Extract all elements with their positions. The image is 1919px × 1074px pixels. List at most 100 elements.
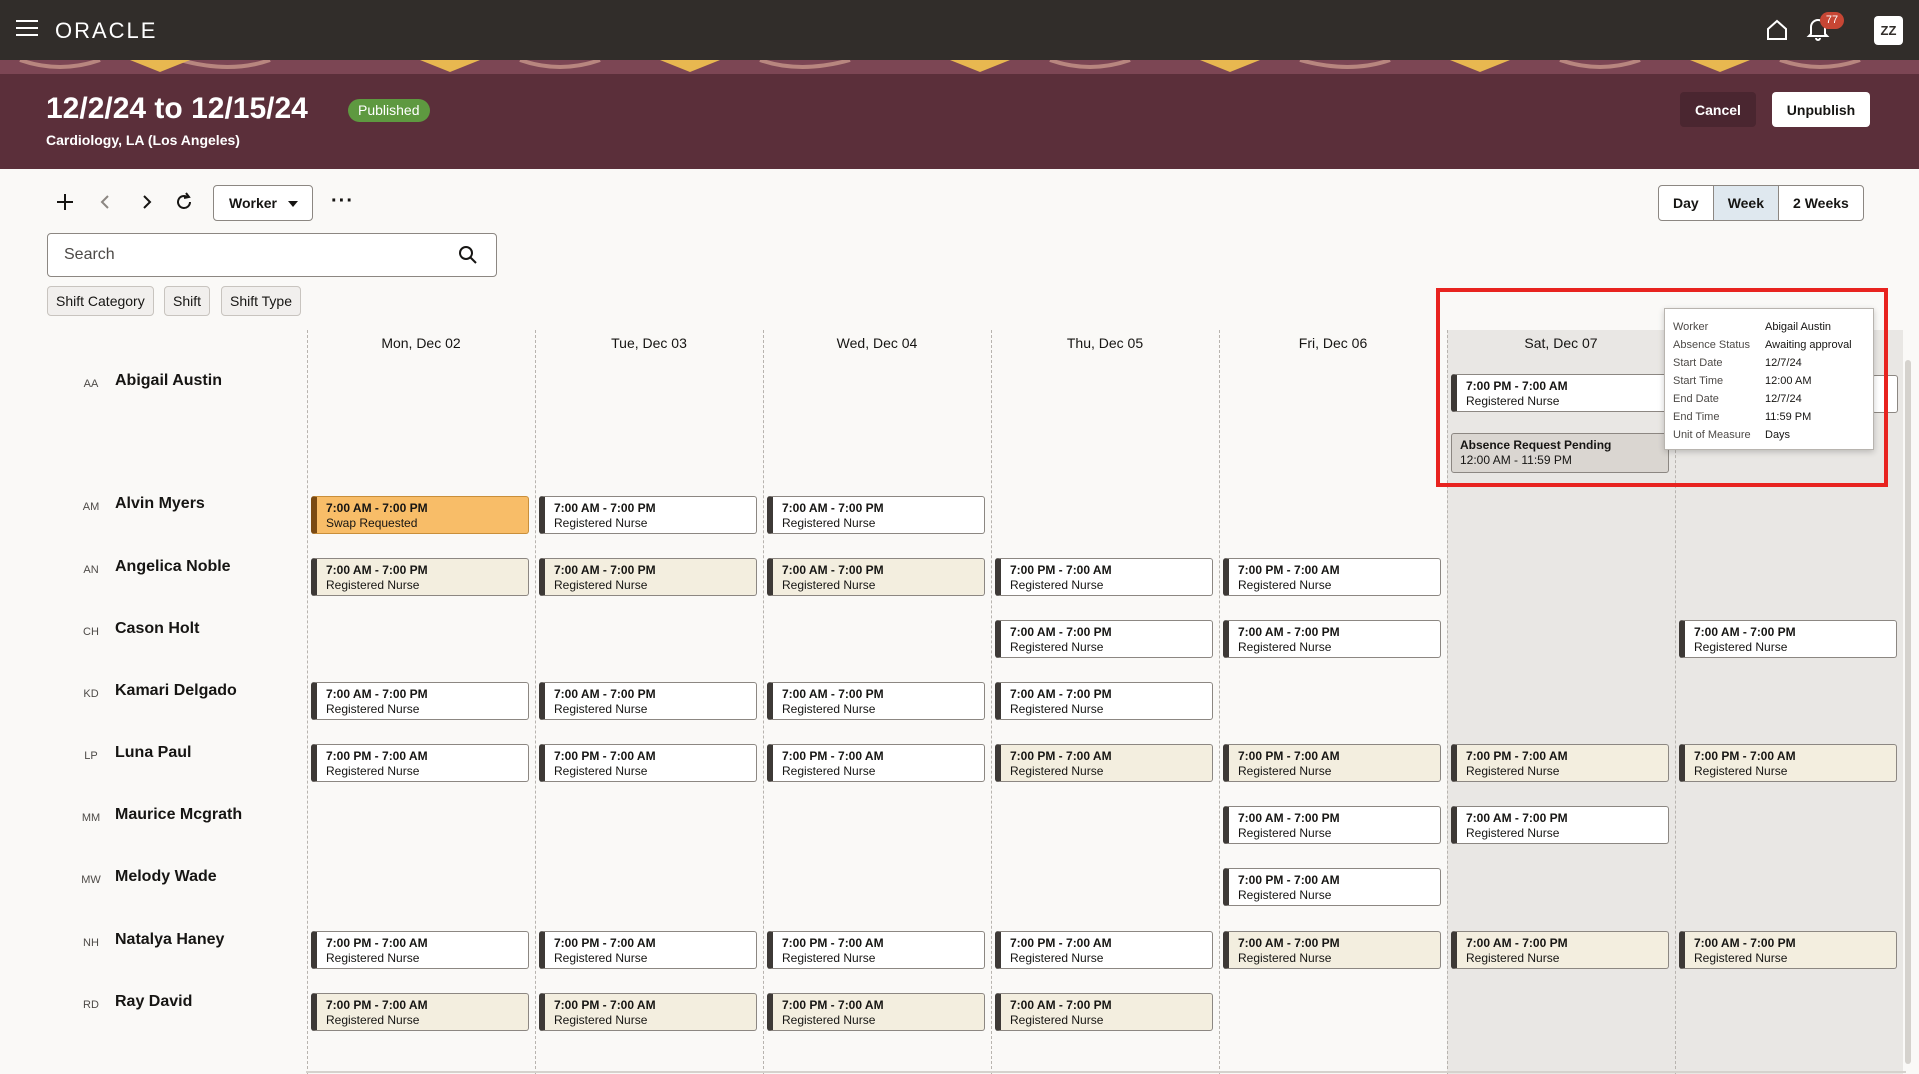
shift-card[interactable]: 7:00 AM - 7:00 PM Registered Nurse	[1223, 931, 1441, 969]
worker-name[interactable]: Natalya Haney	[115, 931, 224, 949]
shift-role: Registered Nurse	[782, 764, 876, 778]
filter-shift-category[interactable]: Shift Category	[47, 286, 154, 316]
view-by-select[interactable]: Worker	[213, 185, 313, 221]
oracle-logo[interactable]: ORACLE	[55, 18, 157, 44]
chevron-right-icon[interactable]	[134, 190, 158, 214]
worker-avatar: AN	[83, 564, 99, 576]
shift-card[interactable]: 7:00 PM - 7:00 AM Registered Nurse	[311, 744, 529, 782]
shift-role: Registered Nurse	[782, 516, 876, 530]
shift-role: Registered Nurse	[1238, 764, 1332, 778]
shift-card[interactable]: 7:00 PM - 7:00 AM Registered Nurse	[767, 744, 985, 782]
shift-time: 7:00 PM - 7:00 AM	[554, 749, 656, 763]
shift-card[interactable]: 7:00 AM - 7:00 PM Registered Nurse	[1223, 620, 1441, 658]
shift-time: 7:00 AM - 7:00 PM	[1238, 625, 1340, 639]
shift-card[interactable]: 7:00 PM - 7:00 AM Registered Nurse	[995, 744, 1213, 782]
shift-role: Registered Nurse	[1694, 640, 1788, 654]
day-header: Wed, Dec 04	[836, 335, 918, 351]
worker-name[interactable]: Angelica Noble	[115, 558, 231, 576]
shift-card[interactable]: 7:00 AM - 7:00 PM Registered Nurse	[311, 682, 529, 720]
cancel-button[interactable]: Cancel	[1680, 92, 1756, 127]
shift-card[interactable]: 7:00 PM - 7:00 AM Registered Nurse	[311, 993, 529, 1031]
shift-time: 7:00 PM - 7:00 AM	[1010, 749, 1112, 763]
worker-name[interactable]: Alvin Myers	[115, 495, 205, 513]
shift-card[interactable]: 7:00 PM - 7:00 AM Registered Nurse	[1679, 744, 1897, 782]
shift-card[interactable]: 7:00 PM - 7:00 AM Registered Nurse	[1223, 868, 1441, 906]
shift-card[interactable]: 7:00 AM - 7:00 PM Registered Nurse	[767, 682, 985, 720]
worker-avatar: KD	[83, 688, 99, 700]
shift-card[interactable]: 7:00 PM - 7:00 AM Registered Nurse	[539, 931, 757, 969]
header-pattern	[0, 60, 1919, 74]
shift-time: 7:00 AM - 7:00 PM	[1694, 936, 1796, 950]
worker-name[interactable]: Abigail Austin	[115, 372, 222, 390]
page-title: 12/2/24 to 12/15/24	[46, 92, 308, 125]
shift-card[interactable]: 7:00 AM - 7:00 PM Registered Nurse	[1223, 806, 1441, 844]
shift-time: 7:00 PM - 7:00 AM	[554, 936, 656, 950]
refresh-icon[interactable]	[172, 190, 196, 214]
shift-role: Registered Nurse	[782, 578, 876, 592]
worker-name[interactable]: Melody Wade	[115, 868, 217, 886]
view-day-button[interactable]: Day	[1659, 186, 1714, 220]
worker-name[interactable]: Cason Holt	[115, 620, 199, 638]
hamburger-menu-icon[interactable]	[16, 20, 38, 38]
view-2-weeks-button[interactable]: 2 Weeks	[1779, 186, 1863, 220]
worker-name[interactable]: Ray David	[115, 993, 192, 1011]
more-options-icon[interactable]: ···	[331, 190, 354, 213]
shift-role: Swap Requested	[326, 516, 418, 530]
shift-time: 7:00 PM - 7:00 AM	[782, 749, 884, 763]
shift-card[interactable]: 7:00 PM - 7:00 AM Registered Nurse	[767, 931, 985, 969]
shift-card[interactable]: 7:00 AM - 7:00 PM Registered Nurse	[1679, 620, 1897, 658]
shift-card[interactable]: 7:00 PM - 7:00 AM Registered Nurse	[995, 558, 1213, 596]
worker-name[interactable]: Maurice Mcgrath	[115, 806, 242, 824]
shift-card[interactable]: 7:00 PM - 7:00 AM Registered Nurse	[995, 931, 1213, 969]
shift-card[interactable]: 7:00 AM - 7:00 PM Registered Nurse	[767, 496, 985, 534]
shift-role: Registered Nurse	[554, 578, 648, 592]
unpublish-button[interactable]: Unpublish	[1772, 92, 1870, 127]
shift-role: Registered Nurse	[326, 764, 420, 778]
user-avatar[interactable]: ZZ	[1874, 16, 1903, 45]
shift-card[interactable]: 7:00 AM - 7:00 PM Registered Nurse	[311, 558, 529, 596]
worker-name[interactable]: Luna Paul	[115, 744, 191, 762]
day-header: Tue, Dec 03	[611, 335, 687, 351]
shift-card[interactable]: 7:00 AM - 7:00 PM Registered Nurse	[995, 620, 1213, 658]
shift-card[interactable]: 7:00 PM - 7:00 AM Registered Nurse	[1223, 744, 1441, 782]
shift-role: Registered Nurse	[1010, 764, 1104, 778]
search-icon[interactable]	[458, 245, 478, 265]
day-header: Thu, Dec 05	[1066, 335, 1144, 351]
shift-card[interactable]: 7:00 AM - 7:00 PM Registered Nurse	[1451, 931, 1669, 969]
shift-card[interactable]: 7:00 AM - 7:00 PM Registered Nurse	[995, 993, 1213, 1031]
worker-name[interactable]: Kamari Delgado	[115, 682, 237, 700]
shift-card[interactable]: 7:00 AM - 7:00 PM Registered Nurse	[539, 682, 757, 720]
shift-card[interactable]: 7:00 PM - 7:00 AM Registered Nurse	[767, 993, 985, 1031]
shift-card[interactable]: 7:00 AM - 7:00 PM Registered Nurse	[767, 558, 985, 596]
shift-card[interactable]: 7:00 PM - 7:00 AM Registered Nurse	[1451, 744, 1669, 782]
view-week-button[interactable]: Week	[1713, 186, 1780, 220]
home-icon[interactable]	[1765, 18, 1789, 42]
shift-card[interactable]: 7:00 PM - 7:00 AM Registered Nurse	[539, 744, 757, 782]
filter-shift-type[interactable]: Shift Type	[221, 286, 302, 316]
shift-card[interactable]: 7:00 AM - 7:00 PM Swap Requested	[311, 496, 529, 534]
shift-card[interactable]: 7:00 AM - 7:00 PM Registered Nurse	[995, 682, 1213, 720]
shift-role: Registered Nurse	[1466, 764, 1560, 778]
horizontal-scrollbar[interactable]	[306, 1071, 1906, 1073]
shift-card[interactable]: 7:00 PM - 7:00 AM Registered Nurse	[311, 931, 529, 969]
shift-role: Registered Nurse	[326, 951, 420, 965]
shift-time: 7:00 PM - 7:00 AM	[1010, 563, 1112, 577]
shift-card[interactable]: 7:00 PM - 7:00 AM Registered Nurse	[539, 993, 757, 1031]
shift-card[interactable]: 7:00 PM - 7:00 AM Registered Nurse	[1223, 558, 1441, 596]
shift-role: Registered Nurse	[554, 1013, 648, 1027]
shift-time: 7:00 AM - 7:00 PM	[1466, 811, 1568, 825]
shift-role: Registered Nurse	[782, 951, 876, 965]
shift-card[interactable]: 7:00 AM - 7:00 PM Registered Nurse	[1451, 806, 1669, 844]
chevron-left-icon[interactable]	[94, 190, 118, 214]
shift-card[interactable]: 7:00 AM - 7:00 PM Registered Nurse	[539, 558, 757, 596]
add-icon[interactable]	[53, 190, 77, 214]
vertical-scrollbar[interactable]	[1905, 360, 1911, 1064]
filter-shift[interactable]: Shift	[164, 286, 211, 316]
top-bar: ORACLE 77 ZZ	[0, 0, 1919, 60]
shift-card[interactable]: 7:00 AM - 7:00 PM Registered Nurse	[539, 496, 757, 534]
search-input[interactable]	[49, 235, 449, 275]
shift-time: 7:00 PM - 7:00 AM	[554, 998, 656, 1012]
view-toggle: Day Week 2 Weeks	[1658, 185, 1864, 221]
shift-time: 7:00 PM - 7:00 AM	[1238, 873, 1340, 887]
shift-card[interactable]: 7:00 AM - 7:00 PM Registered Nurse	[1679, 931, 1897, 969]
